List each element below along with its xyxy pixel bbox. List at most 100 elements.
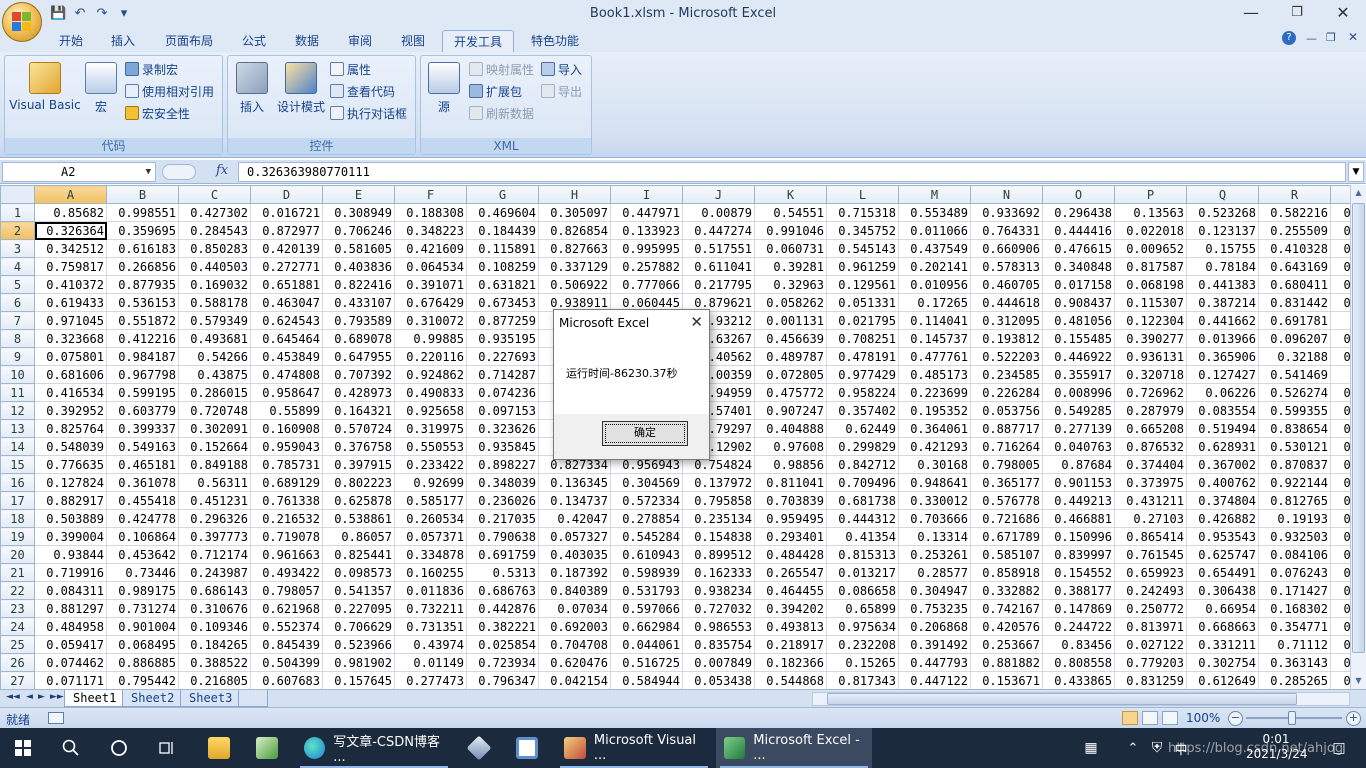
- cell[interactable]: 0.899512: [682, 545, 755, 564]
- cell[interactable]: 0.825764: [34, 419, 107, 438]
- cell[interactable]: 0.599195: [106, 383, 179, 402]
- cell[interactable]: 0.016721: [250, 203, 323, 222]
- cell[interactable]: 0.971045: [34, 311, 107, 330]
- cell[interactable]: 0.720748: [178, 401, 251, 420]
- cell[interactable]: 0.28577: [898, 563, 971, 582]
- cell[interactable]: 0.367002: [1186, 455, 1259, 474]
- cell[interactable]: 0.433865: [1042, 671, 1115, 689]
- cell[interactable]: 0.647955: [322, 347, 395, 366]
- cell[interactable]: 0.363143: [1258, 653, 1331, 672]
- cell[interactable]: 0.503889: [34, 509, 107, 528]
- row-header[interactable]: 3: [0, 239, 35, 258]
- cell[interactable]: 0.876532: [1114, 437, 1187, 456]
- cell[interactable]: 0.959495: [754, 509, 827, 528]
- cell[interactable]: 0.133923: [610, 221, 683, 240]
- cell[interactable]: 0.403035: [538, 545, 611, 564]
- cell[interactable]: 0.704708: [538, 635, 611, 654]
- cell[interactable]: 0.32963: [754, 275, 827, 294]
- cell[interactable]: 0.13314: [898, 527, 971, 546]
- column-header[interactable]: G: [466, 185, 539, 204]
- cell[interactable]: 0.825441: [322, 545, 395, 564]
- cell[interactable]: 0.886885: [106, 653, 179, 672]
- select-all-corner[interactable]: [0, 185, 35, 204]
- cell[interactable]: 0.01149: [394, 653, 467, 672]
- cell[interactable]: 0.616183: [106, 239, 179, 258]
- scroll-down-icon[interactable]: ▼: [1351, 673, 1366, 689]
- cell[interactable]: 0.206868: [898, 617, 971, 636]
- cell[interactable]: 0.536153: [106, 293, 179, 312]
- cell[interactable]: 0.17265: [898, 293, 971, 312]
- cell[interactable]: 0.195352: [898, 401, 971, 420]
- cell[interactable]: 0.474808: [250, 365, 323, 384]
- cell[interactable]: 0.: [1330, 257, 1350, 276]
- cell[interactable]: 0.216532: [250, 509, 323, 528]
- cell[interactable]: 0.43875: [178, 365, 251, 384]
- row-header[interactable]: 4: [0, 257, 35, 276]
- first-sheet-icon[interactable]: ◄◄: [6, 692, 20, 702]
- cell[interactable]: 0.621968: [250, 599, 323, 618]
- cell[interactable]: 0.708251: [826, 329, 899, 348]
- cell[interactable]: 0.484958: [34, 617, 107, 636]
- cell[interactable]: 0.689129: [250, 473, 323, 492]
- file-explorer-icon[interactable]: [196, 728, 242, 768]
- cell[interactable]: 0.798005: [970, 455, 1043, 474]
- cell[interactable]: 0.340848: [1042, 257, 1115, 276]
- column-header[interactable]: H: [538, 185, 611, 204]
- row-header[interactable]: 1: [0, 203, 35, 222]
- sheet-tab-sheet3[interactable]: Sheet3: [180, 690, 242, 707]
- cell[interactable]: 0.308949: [322, 203, 395, 222]
- cell[interactable]: 0.446922: [1042, 347, 1115, 366]
- cell[interactable]: 0.877935: [106, 275, 179, 294]
- cell[interactable]: 0.: [1330, 347, 1350, 366]
- cell[interactable]: 0.493681: [178, 329, 251, 348]
- cell[interactable]: 0.989175: [106, 581, 179, 600]
- cell[interactable]: 0.421609: [394, 239, 467, 258]
- cell[interactable]: 0.620476: [538, 653, 611, 672]
- cell[interactable]: 0.233422: [394, 455, 467, 474]
- expansion-packs-button[interactable]: 扩展包: [469, 82, 522, 102]
- cell[interactable]: 0.607683: [250, 671, 323, 689]
- cell[interactable]: 0.: [1330, 473, 1350, 492]
- cell[interactable]: 0.676429: [394, 293, 467, 312]
- scroll-up-icon[interactable]: ▲: [1351, 185, 1366, 201]
- cell[interactable]: 0.66954: [1186, 599, 1259, 618]
- cell[interactable]: 0.967798: [106, 365, 179, 384]
- map-properties-button[interactable]: 映射属性: [469, 60, 534, 80]
- cell[interactable]: 0.293401: [754, 527, 827, 546]
- cell[interactable]: 0.296438: [1042, 203, 1115, 222]
- cell[interactable]: 0.447122: [898, 671, 971, 689]
- cell[interactable]: 0.731274: [106, 599, 179, 618]
- cell[interactable]: 0.147869: [1042, 599, 1115, 618]
- column-header[interactable]: I: [610, 185, 683, 204]
- cell[interactable]: 0.453849: [250, 347, 323, 366]
- cell[interactable]: 0.431211: [1114, 491, 1187, 510]
- cell[interactable]: 0.785731: [250, 455, 323, 474]
- cell[interactable]: 0.108259: [466, 257, 539, 276]
- cell[interactable]: 0.412216: [106, 329, 179, 348]
- cell[interactable]: 0.796347: [466, 671, 539, 689]
- cell[interactable]: 0.011836: [394, 581, 467, 600]
- cell[interactable]: 0.075801: [34, 347, 107, 366]
- cell[interactable]: 0.361078: [106, 473, 179, 492]
- tab-add-ins[interactable]: 特色功能: [524, 30, 586, 52]
- cell[interactable]: 0.184265: [178, 635, 251, 654]
- cell[interactable]: 0.011066: [898, 221, 971, 240]
- cell[interactable]: 0.253261: [898, 545, 971, 564]
- cell[interactable]: 0.076243: [1258, 563, 1331, 582]
- column-header[interactable]: D: [250, 185, 323, 204]
- tab-view[interactable]: 视图: [393, 30, 433, 52]
- cell[interactable]: 0.320718: [1114, 365, 1187, 384]
- cell[interactable]: 0.742167: [970, 599, 1043, 618]
- cell[interactable]: 0.877259: [466, 311, 539, 330]
- cell[interactable]: 0.253667: [970, 635, 1043, 654]
- cell[interactable]: 0.296326: [178, 509, 251, 528]
- cell[interactable]: 0.013966: [1186, 329, 1259, 348]
- horizontal-scroll-thumb[interactable]: [827, 693, 1297, 705]
- column-header[interactable]: Q: [1186, 185, 1259, 204]
- cell[interactable]: 0.840389: [538, 581, 611, 600]
- cell[interactable]: 0.460705: [970, 275, 1043, 294]
- row-header[interactable]: 19: [0, 527, 35, 546]
- column-header[interactable]: O: [1042, 185, 1115, 204]
- cell[interactable]: 0.00879: [682, 203, 755, 222]
- cell[interactable]: 0.958647: [250, 383, 323, 402]
